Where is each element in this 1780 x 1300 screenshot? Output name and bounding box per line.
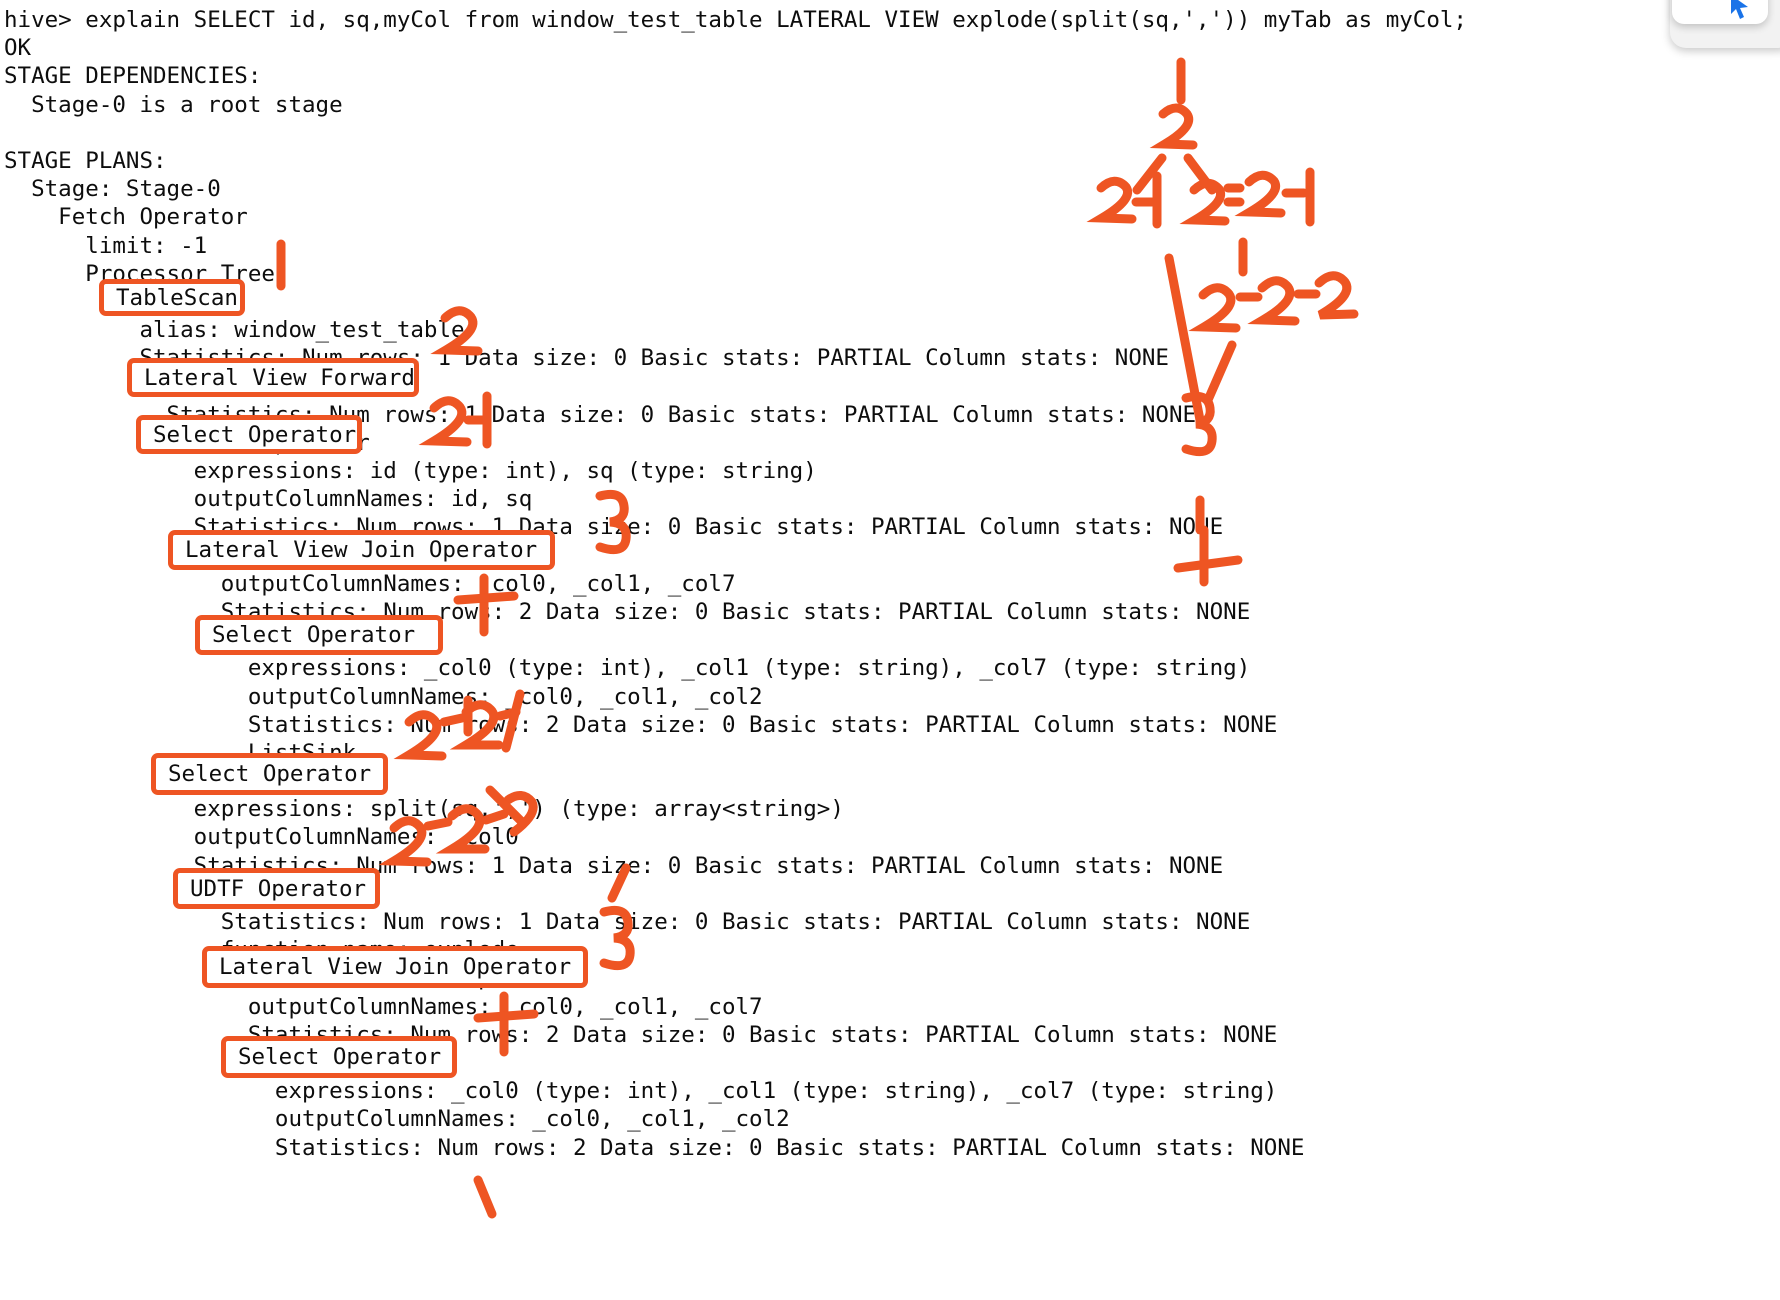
terminal-line: UDTF Operator <box>4 880 370 907</box>
terminal-line: Stage: Stage-0 <box>4 176 221 203</box>
terminal-output: hive> explain SELECT id, sq,myCol from w… <box>0 0 1780 1300</box>
terminal-line: STAGE DEPENDENCIES: <box>4 63 262 90</box>
terminal-line: Processor Tree: <box>4 260 289 287</box>
terminal-line: expressions: id (type: int), sq (type: s… <box>4 458 817 484</box>
terminal-line: Statistics: Num rows: 1 Data size: 0 Bas… <box>4 909 1251 935</box>
terminal-line: Statistics: Num rows: 2 Data size: 0 Bas… <box>4 1134 1305 1161</box>
terminal-line: TableScan <box>4 288 235 315</box>
terminal-line: outputColumnNames: _col0, _col1, _col7 <box>4 570 736 597</box>
terminal-line: Select Operator <box>4 768 370 795</box>
terminal-line: Lateral View Join Operator <box>4 965 573 992</box>
terminal-line: Statistics: Num rows: 1 Data size: 0 Bas… <box>4 852 1224 879</box>
terminal-line: Statistics: Num rows: 1 Data size: 0 Bas… <box>4 401 1197 428</box>
terminal-line: Select Operator <box>4 429 370 456</box>
terminal-line: Fetch Operator <box>4 204 248 231</box>
terminal-line: Statistics: Num rows: 2 Data size: 0 Bas… <box>4 598 1251 625</box>
terminal-line: Stage-0 is a root stage <box>4 91 343 118</box>
floating-panel-inner[interactable] <box>1672 0 1768 24</box>
terminal-line: outputColumnNames: _col0 <box>4 824 519 851</box>
terminal-line: ListSink <box>4 739 357 766</box>
terminal-line: outputColumnNames: _col0, _col1, _col2 <box>4 683 763 710</box>
terminal-line: outputColumnNames: _col0, _col1, _col7 <box>4 993 763 1020</box>
terminal-line: outputColumnNames: id, sq <box>4 486 533 513</box>
terminal-line: Statistics: Num rows: 1 Data size: 0 Bas… <box>4 514 1224 541</box>
terminal-line: limit: -1 <box>4 232 208 259</box>
terminal-line: expressions: split(sq,',') (type: array<… <box>4 796 844 823</box>
terminal-line: function name: explode <box>4 937 519 964</box>
terminal-line: expressions: _col0 (type: int), _col1 (t… <box>4 1078 1278 1105</box>
terminal-line: Lateral View Forward <box>4 373 411 400</box>
terminal-line: hive> explain SELECT id, sq,myCol from w… <box>4 7 1467 33</box>
terminal-line: Select Operator <box>4 1049 452 1076</box>
terminal-line: Select Operator <box>4 627 424 654</box>
terminal-line: alias: window_test_table <box>4 317 465 344</box>
terminal-line: expressions: _col0 (type: int), _col1 (t… <box>4 655 1251 682</box>
terminal-line: Lateral View Join Operator <box>4 542 546 569</box>
terminal-line: Statistics: Num rows: 1 Data size: 0 Bas… <box>4 345 1169 372</box>
terminal-line: Statistics: Num rows: 2 Data size: 0 Bas… <box>4 1021 1278 1048</box>
cursor-pointer-icon <box>1731 0 1748 19</box>
terminal-line: Statistics: Num rows: 2 Data size: 0 Bas… <box>4 711 1278 738</box>
terminal-line: STAGE PLANS: <box>4 147 167 174</box>
terminal-line: OK <box>4 35 32 62</box>
terminal-line: outputColumnNames: _col0, _col1, _col2 <box>4 1106 790 1133</box>
